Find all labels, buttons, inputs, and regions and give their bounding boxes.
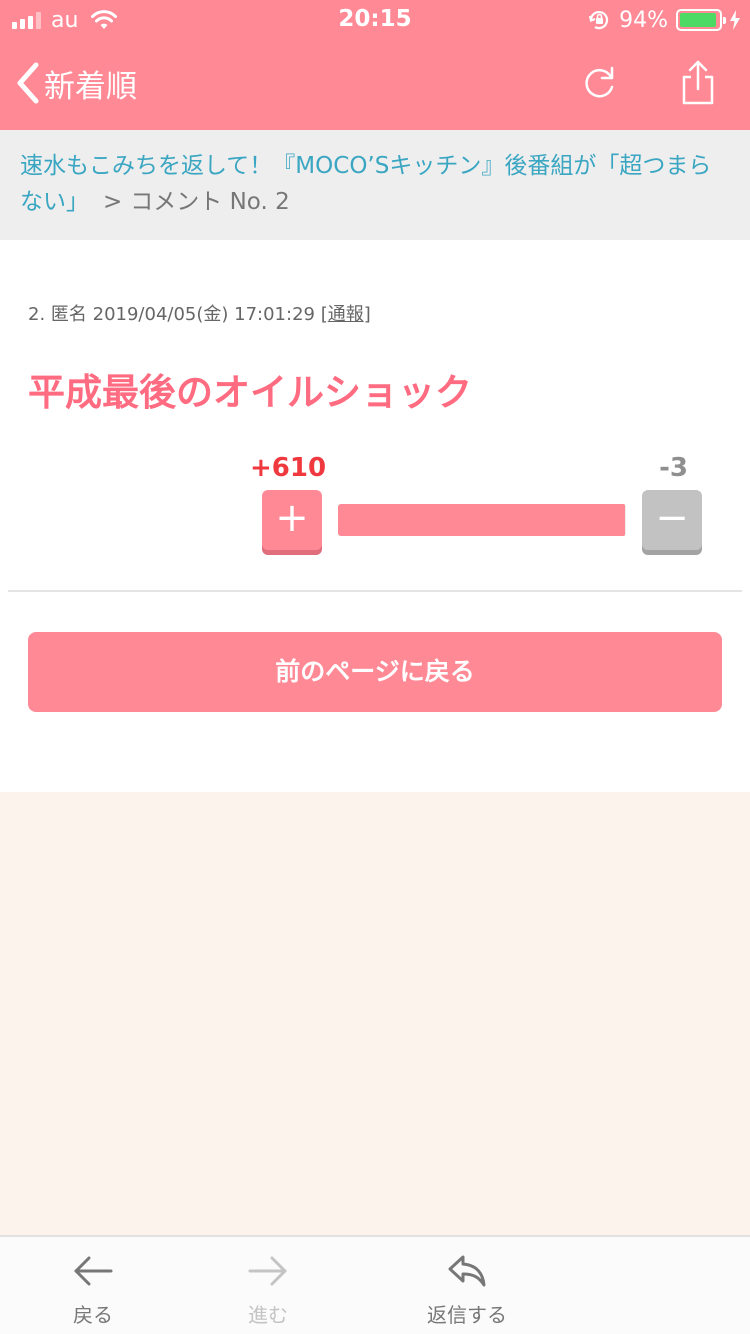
battery-icon — [676, 9, 726, 31]
minus-count: -3 — [659, 453, 688, 483]
bottom-toolbar: 戻る 進む 返信する — [0, 1235, 750, 1334]
status-right: 94% — [587, 6, 740, 34]
nav-bar: 新着順 — [0, 40, 750, 130]
report-link[interactable]: 通報 — [328, 304, 364, 325]
breadcrumb-separator: > — [103, 189, 123, 215]
vote-ratio-bar — [338, 504, 626, 536]
comment-meta-info: 2. 匿名 2019/04/05(金) 17:01:29 [ — [28, 304, 328, 325]
arrow-left-icon — [74, 1256, 113, 1286]
comment-meta-close: ] — [363, 304, 371, 325]
toolbar-reply-label: 返信する — [427, 1303, 507, 1327]
toolbar-back-label: 戻る — [73, 1303, 113, 1327]
chevron-left-icon — [17, 62, 39, 104]
reply-icon — [448, 1255, 486, 1287]
minus-vote-button[interactable]: − — [642, 490, 702, 550]
toolbar-back-button[interactable]: 戻る — [33, 1249, 153, 1328]
breadcrumb-topic-link[interactable]: 速水もこみちを返して！『MOCO’Sキッチン』後番組が「超つまらない」 — [20, 153, 711, 215]
back-to-previous-page-button[interactable]: 前のページに戻る — [28, 632, 722, 712]
status-bar: au 20:15 94% — [0, 0, 750, 40]
arrow-right-icon — [248, 1256, 287, 1286]
rotation-lock-icon — [589, 11, 609, 30]
toolbar-forward-button[interactable]: 進む — [208, 1249, 328, 1328]
comment-meta: 2. 匿名 2019/04/05(金) 17:01:29 [通報] — [28, 300, 371, 326]
plus-count: +610 — [250, 453, 327, 483]
plus-vote-button[interactable]: + — [262, 490, 322, 550]
battery-percent: 94% — [619, 7, 668, 33]
refresh-icon[interactable] — [576, 60, 622, 106]
charging-icon — [730, 10, 740, 30]
share-icon[interactable] — [674, 58, 722, 106]
breadcrumb-current: コメント No. 2 — [130, 189, 290, 215]
toolbar-reply-button[interactable]: 返信する — [407, 1249, 527, 1328]
comment-body: 平成最後のオイルショック — [28, 371, 472, 414]
nav-back-button[interactable]: 新着順 — [16, 60, 137, 106]
breadcrumb: 速水もこみちを返して！『MOCO’Sキッチン』後番組が「超つまらない」 > コメント… — [0, 130, 750, 240]
comment-card: 2. 匿名 2019/04/05(金) 17:01:29 [通報] 平成最後のオ… — [0, 240, 750, 792]
battery-fill — [680, 13, 716, 27]
nav-back-label: 新着順 — [44, 68, 137, 105]
divider — [8, 590, 742, 592]
toolbar-forward-label: 進む — [248, 1303, 288, 1327]
vote-ratio-fill — [338, 504, 625, 536]
